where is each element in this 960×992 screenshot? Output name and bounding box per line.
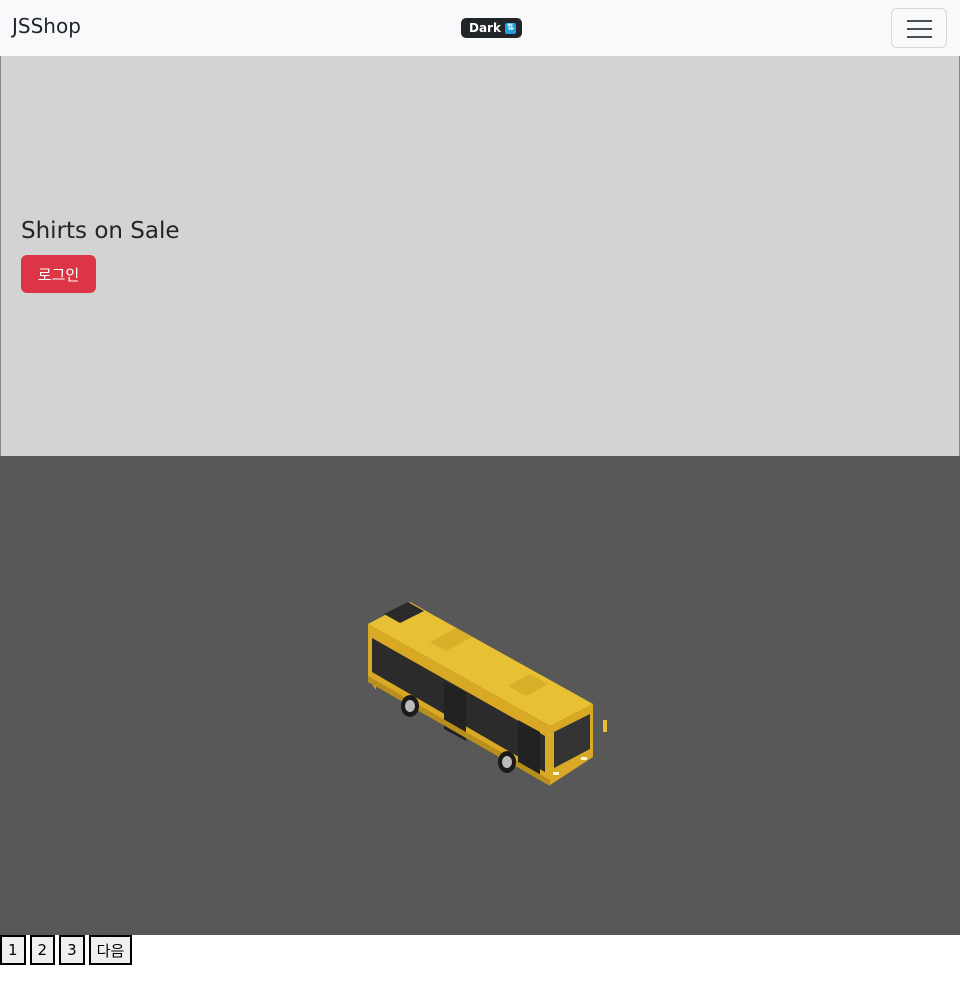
brand-logo[interactable]: JSShop <box>12 14 81 38</box>
next-page-button[interactable]: 다음 <box>88 935 133 965</box>
hero-title: Shirts on Sale <box>21 218 180 244</box>
login-button[interactable]: 로그인 <box>21 255 96 293</box>
navbar: JSShop Dark ⇅ <box>0 0 960 56</box>
theme-badge-label: Dark <box>469 21 501 35</box>
bus-image <box>368 602 607 786</box>
hamburger-icon <box>907 36 932 38</box>
page-button-3[interactable]: 3 <box>59 935 85 965</box>
page-button-1[interactable]: 1 <box>0 935 26 965</box>
navbar-toggler-button[interactable] <box>891 8 947 48</box>
page-button-2[interactable]: 2 <box>29 935 56 965</box>
hamburger-icon <box>907 28 932 30</box>
hero-banner: Shirts on Sale 로그인 <box>0 56 960 456</box>
pagination: 1 2 3 다음 <box>0 935 133 965</box>
hamburger-icon <box>907 20 932 22</box>
swap-icon: ⇅ <box>504 22 516 34</box>
product-image-panel <box>0 456 960 935</box>
theme-toggle-badge[interactable]: Dark ⇅ <box>461 18 522 38</box>
